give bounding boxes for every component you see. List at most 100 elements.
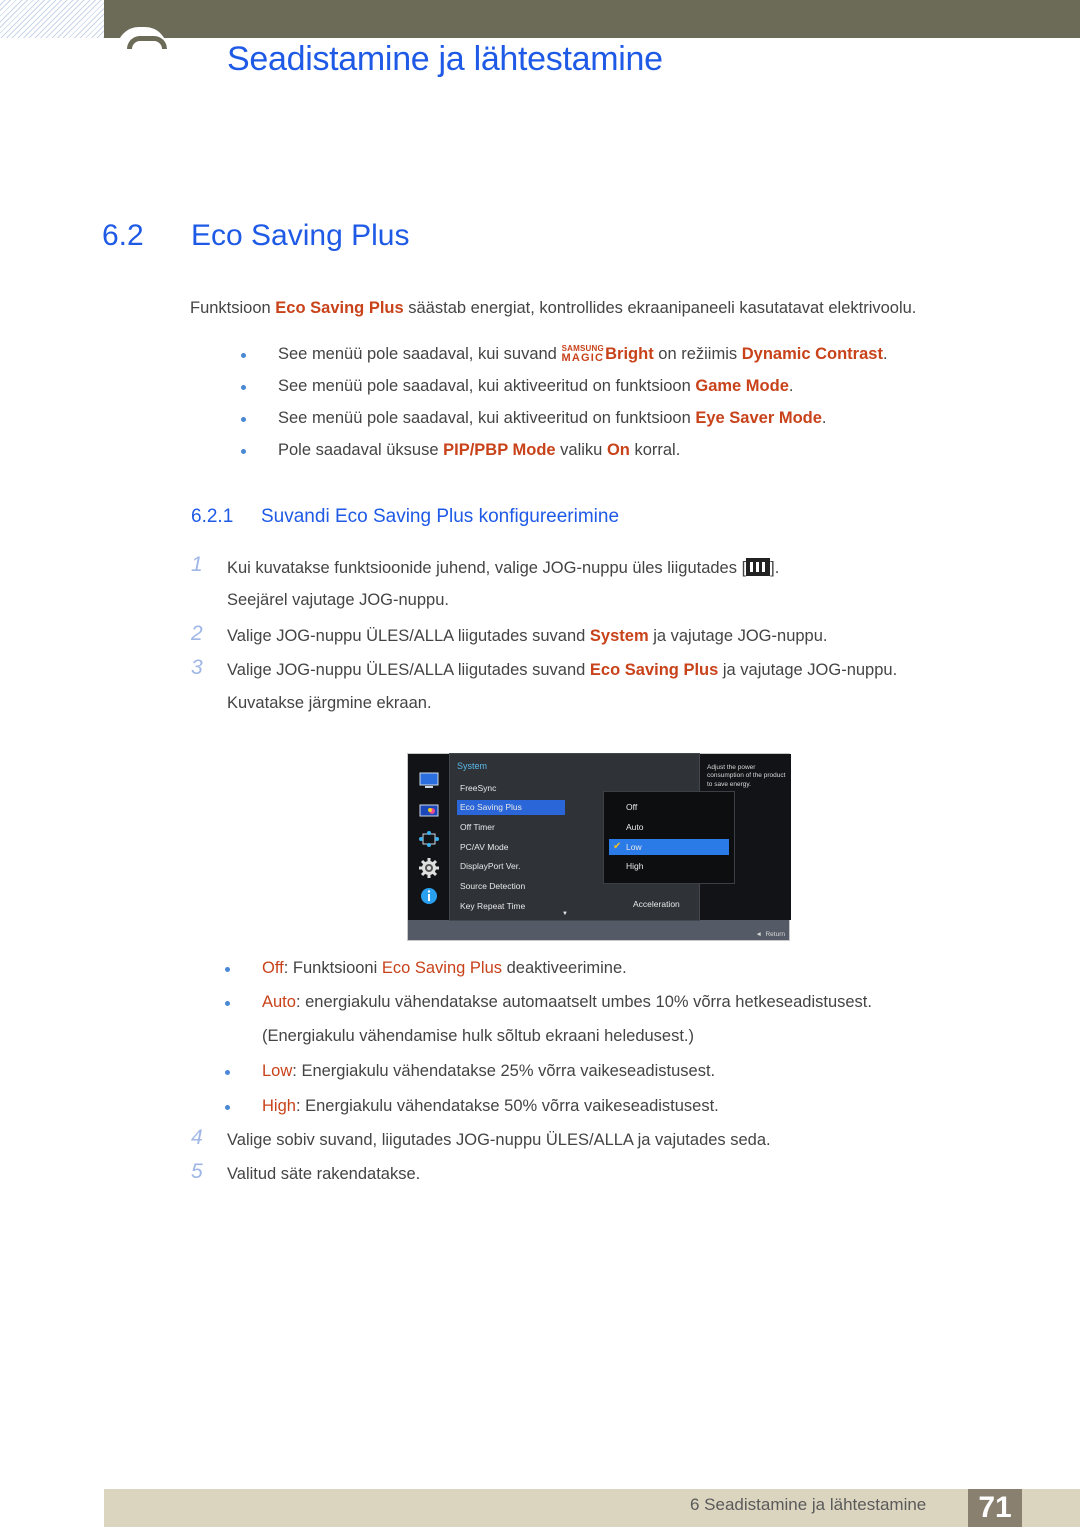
note-text: . <box>821 409 827 427</box>
intro-paragraph: Funktsioon Eco Saving Plus säästab energ… <box>190 299 916 318</box>
return-label: Return <box>765 931 785 938</box>
step-text-part: ja vajutage JOG-nuppu. <box>648 627 828 645</box>
step-highlight: System <box>589 627 649 645</box>
section-number: 6.2 <box>102 219 144 252</box>
step-text-line2: Kuvatakse järgmine ekraan. <box>227 694 432 712</box>
osd-option[interactable]: Auto <box>626 822 644 832</box>
option-highlight: Eco Saving Plus <box>381 959 503 977</box>
note-item: See menüü pole saadaval, kui aktiveeritu… <box>241 409 827 428</box>
note-text: Pole saadaval üksuse <box>278 441 444 459</box>
note-highlight: PIP/PBP Mode <box>443 441 556 459</box>
logo-magic-text: MAGIC <box>561 352 605 364</box>
step-number: 4 <box>191 1126 203 1149</box>
note-text: on režiimis <box>653 345 742 363</box>
osd-menu-item[interactable]: DisplayPort Ver. <box>460 861 520 871</box>
option-item-line2: (Energiakulu vähendamise hulk sõltub ekr… <box>262 1027 695 1045</box>
note-highlight: Bright <box>605 345 654 363</box>
option-label: Auto <box>262 993 296 1011</box>
option-item: Off: Funktsiooni Eco Saving Plus deaktiv… <box>225 959 627 978</box>
step-text: Valige JOG-nuppu ÜLES/ALLA liigutades su… <box>227 661 897 680</box>
return-arrow-icon: ◄ <box>755 931 766 938</box>
step-text: Valige JOG-nuppu ÜLES/ALLA liigutades su… <box>227 627 827 646</box>
osd-icon-column <box>408 754 450 920</box>
step-number: 5 <box>191 1160 203 1183</box>
step-text: Valige sobiv suvand, liigutades JOG-nupp… <box>227 1131 771 1149</box>
option-item: Low: Energiakulu vähendatakse 25% võrra … <box>225 1062 716 1081</box>
note-item: Pole saadaval üksuse PIP/PBP Mode valiku… <box>241 441 681 460</box>
note-text: korral. <box>629 441 681 459</box>
bullet-icon <box>241 417 246 422</box>
step-text-part: ja vajutage JOG-nuppu. <box>718 661 898 679</box>
note-text: . <box>882 345 888 363</box>
osd-option-popup: Off Auto ✔ Low High <box>603 791 735 884</box>
header-bar <box>104 0 1080 38</box>
page-number: 71 <box>968 1489 1022 1527</box>
intro-highlight: Eco Saving Plus <box>275 299 404 317</box>
osd-key-repeat-value: Acceleration <box>633 899 680 909</box>
note-text: See menüü pole saadaval, kui aktiveeritu… <box>278 409 696 427</box>
osd-option-selected[interactable]: ✔ Low <box>609 839 729 855</box>
check-icon: ✔ <box>613 841 622 852</box>
osd-menu-item[interactable]: Source Detection <box>460 881 525 891</box>
option-text: : energiakulu vähendatakse automaatselt … <box>295 993 872 1011</box>
menu-icon <box>746 558 771 576</box>
color-icon[interactable] <box>419 802 439 820</box>
osd-menu-item[interactable]: PC/AV Mode <box>460 842 509 852</box>
osd-menu-item-selected[interactable]: Eco Saving Plus <box>457 800 565 815</box>
step-text: Valitud säte rakendatakse. <box>227 1165 421 1183</box>
intro-text-end: säästab energiat, kontrollides ekraanipa… <box>403 299 917 317</box>
osd-menu-item[interactable]: Key Repeat Time <box>460 901 525 911</box>
bullet-icon <box>241 385 246 390</box>
option-text: : Energiakulu vähendatakse 50% võrra vai… <box>295 1097 719 1115</box>
system-gear-icon[interactable] <box>419 857 439 879</box>
footer-chapter-label: 6 Seadistamine ja lähtestamine <box>690 1495 927 1514</box>
note-text: See menüü pole saadaval, kui aktiveeritu… <box>278 377 696 395</box>
bullet-icon <box>241 449 246 454</box>
picture-icon[interactable] <box>419 772 439 790</box>
step-text-line2: Seejärel vajutage JOG-nuppu. <box>227 591 449 609</box>
note-text: . <box>788 377 794 395</box>
chapter-title: Seadistamine ja lähtestamine <box>227 40 663 78</box>
osd-menu-panel: System FreeSync Eco Saving Plus Off Time… <box>449 753 735 921</box>
step-text-part: Kui kuvatakse funktsioonide juhend, vali… <box>227 559 747 577</box>
osd-menu-item[interactable]: FreeSync <box>460 783 496 793</box>
step-number: 1 <box>191 553 203 576</box>
osd-menu-item[interactable]: Off Timer <box>460 822 495 832</box>
subsection-title: Suvandi Eco Saving Plus konfigureerimine <box>261 506 620 527</box>
osd-option-label: Low <box>626 842 642 852</box>
bullet-icon <box>225 967 230 972</box>
note-text: valiku <box>555 441 607 459</box>
osd-option[interactable]: Off <box>626 802 637 812</box>
note-highlight: Dynamic Contrast <box>741 345 883 363</box>
bullet-icon <box>225 1070 230 1075</box>
header-hatch-decoration <box>0 0 104 38</box>
option-text: deaktiveerimine. <box>502 959 627 977</box>
footer-bar <box>104 1489 1080 1527</box>
size-position-icon[interactable] <box>419 830 439 848</box>
intro-text: Funktsioon <box>190 299 276 317</box>
note-highlight: Eye Saver Mode <box>695 409 822 427</box>
osd-return-button[interactable]: ◄ Return <box>755 931 785 938</box>
option-item: High: Energiakulu vähendatakse 50% võrra… <box>225 1097 719 1116</box>
subsection-number: 6.2.1 <box>191 506 234 527</box>
option-text: : Funktsiooni <box>283 959 382 977</box>
option-label: Off <box>262 959 284 977</box>
bullet-icon <box>225 1001 230 1006</box>
step-text: Kui kuvatakse funktsioonide juhend, vali… <box>227 558 779 578</box>
osd-option[interactable]: High <box>626 861 643 871</box>
step-text-part: ]. <box>770 559 780 577</box>
osd-category-title: System <box>457 761 488 771</box>
step-highlight: Eco Saving Plus <box>589 661 719 679</box>
info-icon[interactable] <box>419 887 439 905</box>
step-text-part: Valige JOG-nuppu ÜLES/ALLA liigutades su… <box>227 627 590 645</box>
step-text-part: Valige JOG-nuppu ÜLES/ALLA liigutades su… <box>227 661 590 679</box>
osd-description: Adjust the power consumption of the prod… <box>707 764 786 788</box>
scroll-down-icon[interactable]: ▼ <box>562 911 568 917</box>
option-text: : Energiakulu vähendatakse 25% võrra vai… <box>292 1062 716 1080</box>
option-label: Low <box>262 1062 293 1080</box>
note-item: See menüü pole saadaval, kui suvand SAMS… <box>241 345 888 364</box>
samsung-magic-logo: SAMSUNG MAGIC <box>561 345 604 364</box>
section-title: Eco Saving Plus <box>191 219 410 252</box>
note-highlight: On <box>606 441 630 459</box>
option-label: High <box>262 1097 296 1115</box>
